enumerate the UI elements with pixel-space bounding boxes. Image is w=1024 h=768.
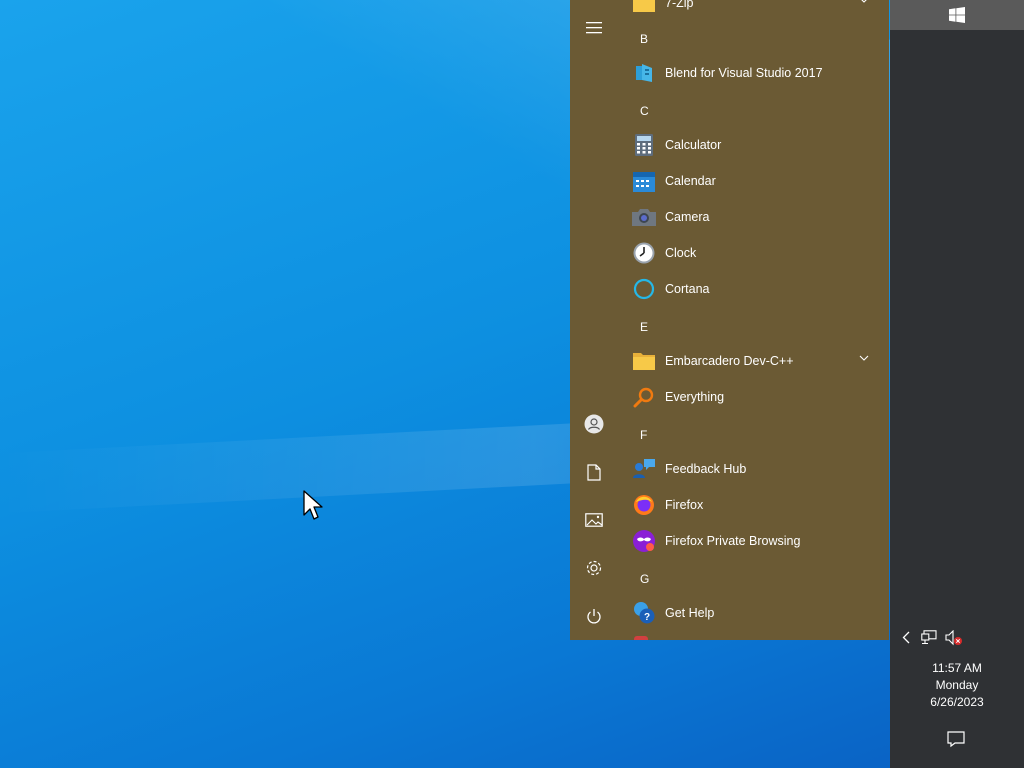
volume-muted-icon[interactable]	[945, 630, 963, 646]
chevron-left-icon[interactable]	[902, 631, 910, 644]
power-icon	[587, 608, 601, 623]
documents-button[interactable]	[570, 452, 618, 492]
app-item-7zip[interactable]: 7-Zip	[628, 0, 873, 21]
group-letter-b[interactable]: B	[640, 32, 648, 46]
pictures-icon	[585, 513, 603, 527]
app-item-get-help[interactable]: ? Get Help	[628, 595, 873, 631]
app-label: Embarcadero Dev-C++	[665, 354, 794, 368]
svg-text:?: ?	[644, 612, 650, 623]
settings-button[interactable]	[570, 548, 618, 588]
group-letter-c[interactable]: C	[640, 104, 649, 118]
app-label: Camera	[665, 210, 710, 224]
firefox-private-icon	[632, 529, 656, 553]
app-item-everything[interactable]: Everything	[628, 379, 873, 415]
calendar-icon	[632, 169, 656, 193]
app-list: 7-Zip B Blend for Visual Studio 2017 C C…	[628, 0, 889, 640]
app-item-calendar[interactable]: Calendar	[628, 163, 873, 199]
app-item-firefox[interactable]: Firefox	[628, 487, 873, 523]
user-account-button[interactable]	[570, 404, 618, 444]
firefox-icon	[632, 493, 656, 517]
camera-icon	[632, 205, 656, 229]
taskbar-clock[interactable]: 11:57 AM Monday 6/26/2023	[890, 660, 1024, 711]
settings-gear-icon	[586, 560, 602, 576]
app-item-camera[interactable]: Camera	[628, 199, 873, 235]
app-item-feedback-hub[interactable]: Feedback Hub	[628, 451, 873, 487]
windows-logo-icon	[949, 7, 965, 23]
app-item-cortana[interactable]: Cortana	[628, 271, 873, 307]
app-label: Everything	[665, 390, 725, 404]
clock-icon	[632, 241, 656, 265]
clock-day: Monday	[935, 678, 979, 692]
start-menu: 7-Zip B Blend for Visual Studio 2017 C C…	[570, 0, 889, 640]
group-letter-e[interactable]: E	[640, 320, 648, 334]
search-magnifier-icon	[632, 385, 656, 409]
app-label: Get Help	[665, 606, 715, 620]
help-icon: ?	[632, 601, 656, 625]
app-item-calculator[interactable]: Calculator	[628, 127, 873, 163]
pictures-button[interactable]	[570, 500, 618, 540]
taskbar: 11:57 AM Monday 6/26/2023	[890, 0, 1024, 768]
feedback-icon	[632, 457, 656, 481]
app-label: Blend for Visual Studio 2017	[665, 66, 823, 80]
chevron-down-icon	[859, 355, 869, 361]
mouse-cursor-icon	[303, 490, 323, 520]
start-rail	[570, 0, 618, 640]
app-label: Clock	[665, 246, 697, 260]
next-app-icon-partial	[634, 636, 648, 640]
app-item-embarcadero[interactable]: Embarcadero Dev-C++	[628, 343, 873, 379]
app-label: Calendar	[665, 174, 716, 188]
folder-icon	[632, 349, 656, 373]
group-letter-f[interactable]: F	[640, 428, 647, 442]
app-label: Firefox Private Browsing	[665, 534, 801, 548]
start-button[interactable]	[890, 0, 1024, 30]
power-button[interactable]	[570, 596, 618, 636]
user-icon	[584, 414, 604, 434]
app-label: Calculator	[665, 138, 722, 152]
system-tray	[890, 627, 1024, 649]
expand-menu-button[interactable]	[570, 8, 618, 48]
app-label: Feedback Hub	[665, 462, 747, 476]
folder-icon	[632, 0, 656, 15]
network-icon[interactable]	[921, 630, 937, 645]
cortana-icon	[632, 277, 656, 301]
chevron-down-icon	[861, 0, 867, 3]
hamburger-menu-icon	[586, 22, 602, 34]
app-label: Cortana	[665, 282, 710, 296]
group-letter-g[interactable]: G	[640, 572, 649, 586]
clock-time: 11:57 AM	[932, 661, 982, 675]
app-label: 7-Zip	[665, 0, 694, 10]
documents-icon	[587, 463, 601, 481]
clock-date: 6/26/2023	[930, 695, 984, 709]
action-center-icon[interactable]	[946, 729, 966, 749]
app-item-clock[interactable]: Clock	[628, 235, 873, 271]
app-item-firefox-private[interactable]: Firefox Private Browsing	[628, 523, 873, 559]
calculator-icon	[632, 133, 656, 157]
app-item-blend[interactable]: Blend for Visual Studio 2017	[628, 55, 873, 91]
blend-icon	[632, 61, 656, 85]
app-label: Firefox	[665, 498, 704, 512]
